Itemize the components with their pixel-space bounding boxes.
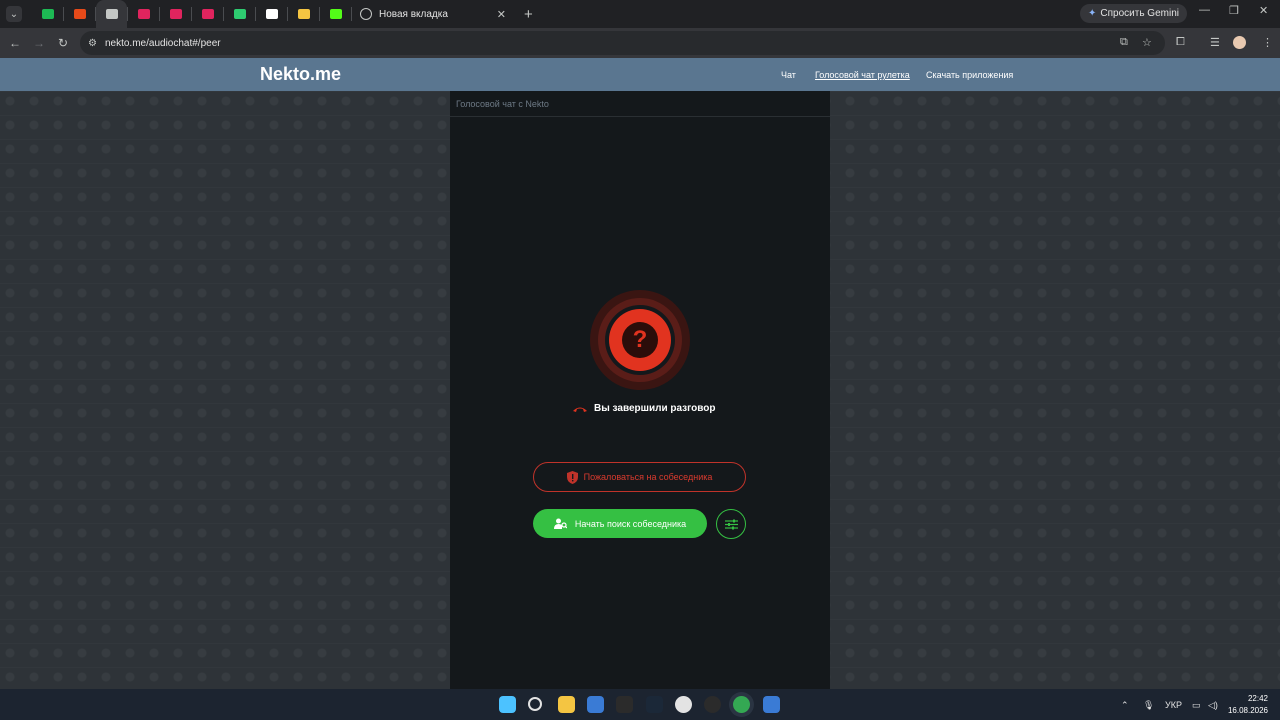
new-tab-button[interactable]: + bbox=[524, 6, 533, 23]
sliders-icon bbox=[724, 519, 738, 529]
address-bar[interactable]: ⚙ nekto.me/audiochat#/peer bbox=[80, 31, 1165, 55]
pinned-tab[interactable] bbox=[192, 0, 223, 28]
green-app-icon bbox=[233, 9, 246, 19]
browser-toolbar: ← → ↻ ⚙ nekto.me/audiochat#/peer ⧉ ☆ ⧠ ☰… bbox=[0, 28, 1280, 58]
user-search-icon bbox=[553, 518, 567, 529]
panel-title: Голосовой чат с Nekto bbox=[450, 91, 830, 117]
url-text: nekto.me/audiochat#/peer bbox=[104, 37, 221, 49]
gemini-sparkle-icon: ✦ bbox=[1088, 8, 1097, 19]
profile-avatar[interactable] bbox=[1233, 36, 1246, 49]
nav-link-download-apps[interactable]: Скачать приложения bbox=[926, 70, 1013, 80]
input-language[interactable]: УКР bbox=[1165, 700, 1182, 710]
question-mark-icon: ? bbox=[622, 322, 658, 358]
pinned-tab[interactable] bbox=[320, 0, 351, 28]
youtube-icon bbox=[201, 9, 214, 19]
pinned-tab[interactable] bbox=[64, 0, 95, 28]
status-ring-middle: ? bbox=[598, 298, 682, 382]
voice-chat-panel: Голосовой чат с Nekto ? Вы завершили раз… bbox=[450, 91, 830, 689]
status-ring-inner: ? bbox=[605, 305, 675, 375]
file-explorer-icon[interactable] bbox=[557, 696, 575, 713]
window-close-icon[interactable]: ✕ bbox=[1259, 4, 1268, 17]
search-icon[interactable] bbox=[528, 697, 543, 711]
clock-date: 16.08.2026 bbox=[1227, 706, 1268, 715]
pinned-tab[interactable] bbox=[160, 0, 191, 28]
roblox-icon[interactable] bbox=[762, 696, 780, 713]
orange-app-icon bbox=[73, 9, 86, 19]
gemini-label: Спросить Gemini bbox=[1100, 8, 1179, 19]
tab-search-icon[interactable]: ⌄ bbox=[6, 6, 22, 22]
browser-tab-bar: ⌄ Новая вкладка ✕ + ✦ Спросить Gemini — … bbox=[0, 0, 1280, 28]
obs-icon[interactable] bbox=[704, 696, 722, 713]
search-settings-button[interactable] bbox=[716, 509, 746, 539]
pinned-tab[interactable] bbox=[288, 0, 319, 28]
tab-new-tab[interactable]: Новая вкладка ✕ bbox=[352, 0, 514, 28]
pinned-tab[interactable] bbox=[32, 0, 63, 28]
store-icon[interactable] bbox=[586, 696, 604, 713]
steam-icon[interactable] bbox=[645, 696, 663, 713]
call-ended-text: Вы завершили разговор bbox=[594, 403, 716, 414]
youtube-icon bbox=[169, 9, 182, 19]
nav-link-chat[interactable]: Чат bbox=[781, 70, 796, 80]
forward-icon[interactable]: → bbox=[27, 36, 51, 50]
back-icon[interactable]: ← bbox=[3, 36, 27, 50]
hang-up-phone-icon bbox=[573, 407, 587, 412]
site-header: Nekto.me Чат Голосовой чат рулетка Скача… bbox=[0, 58, 1280, 91]
system-clock[interactable]: 22:42 16.08.2026 bbox=[1226, 693, 1268, 717]
windows-taskbar: ⌃ 🎙 УКР ▭ ◁) 22:42 16.08.2026 bbox=[0, 689, 1280, 720]
youtube-icon bbox=[137, 9, 150, 19]
unknown-peer-status-icon: ? bbox=[590, 290, 690, 390]
bar-chart-icon bbox=[297, 9, 310, 19]
shield-alert-icon bbox=[566, 470, 578, 484]
minimize-icon[interactable]: — bbox=[1199, 4, 1210, 16]
network-icon[interactable]: ▭ bbox=[1192, 700, 1201, 711]
more-menu-icon[interactable]: ⋮ bbox=[1262, 36, 1273, 49]
clock-time: 22:42 bbox=[1247, 694, 1268, 703]
status-circle: ? bbox=[609, 309, 671, 371]
tab-close-icon[interactable]: ✕ bbox=[497, 8, 506, 21]
tab-title: Новая вкладка bbox=[379, 8, 448, 20]
site-logo[interactable]: Nekto.me bbox=[260, 64, 341, 85]
pinned-tab[interactable] bbox=[224, 0, 255, 28]
volume-icon[interactable]: ◁) bbox=[1208, 700, 1218, 711]
windows-start-icon[interactable] bbox=[499, 696, 516, 713]
nav-link-voice-roulette[interactable]: Голосовой чат рулетка bbox=[815, 70, 910, 80]
pinned-tab[interactable] bbox=[256, 0, 287, 28]
pinned-tab[interactable] bbox=[128, 0, 159, 28]
spotify-icon bbox=[41, 9, 54, 19]
epic-games-icon[interactable] bbox=[616, 696, 634, 713]
chrome-icon[interactable] bbox=[733, 696, 751, 713]
ask-gemini-button[interactable]: ✦ Спросить Gemini bbox=[1080, 4, 1187, 23]
start-search-button[interactable]: Начать поиск собеседника bbox=[533, 509, 707, 538]
call-ended-status: Вы завершили разговор bbox=[572, 403, 716, 414]
start-search-label: Начать поиск собеседника bbox=[574, 518, 687, 529]
speaker-icon bbox=[105, 9, 118, 19]
media-player-icon[interactable] bbox=[674, 696, 692, 713]
chrome-globe-icon bbox=[360, 8, 372, 20]
site-info-icon[interactable]: ⚙ bbox=[88, 38, 97, 49]
extensions-icon[interactable]: ⧠ bbox=[1176, 36, 1185, 49]
kick-icon bbox=[329, 9, 342, 19]
pinned-tab[interactable] bbox=[96, 0, 127, 28]
reading-list-icon[interactable]: ☰ bbox=[1210, 36, 1220, 49]
restore-icon[interactable]: ❐ bbox=[1229, 4, 1239, 17]
microphone-icon[interactable]: 🎙 bbox=[1143, 700, 1154, 711]
install-app-icon[interactable]: ⧉ bbox=[1120, 36, 1128, 49]
bookmark-star-icon[interactable]: ☆ bbox=[1142, 36, 1152, 49]
reload-icon[interactable]: ↻ bbox=[51, 36, 75, 50]
report-peer-button[interactable]: Пожаловаться на собеседника bbox=[533, 462, 746, 492]
tiktok-icon bbox=[265, 9, 278, 19]
report-peer-label: Пожаловаться на собеседника bbox=[583, 472, 713, 482]
show-hidden-icons-icon[interactable]: ⌃ bbox=[1121, 700, 1129, 711]
